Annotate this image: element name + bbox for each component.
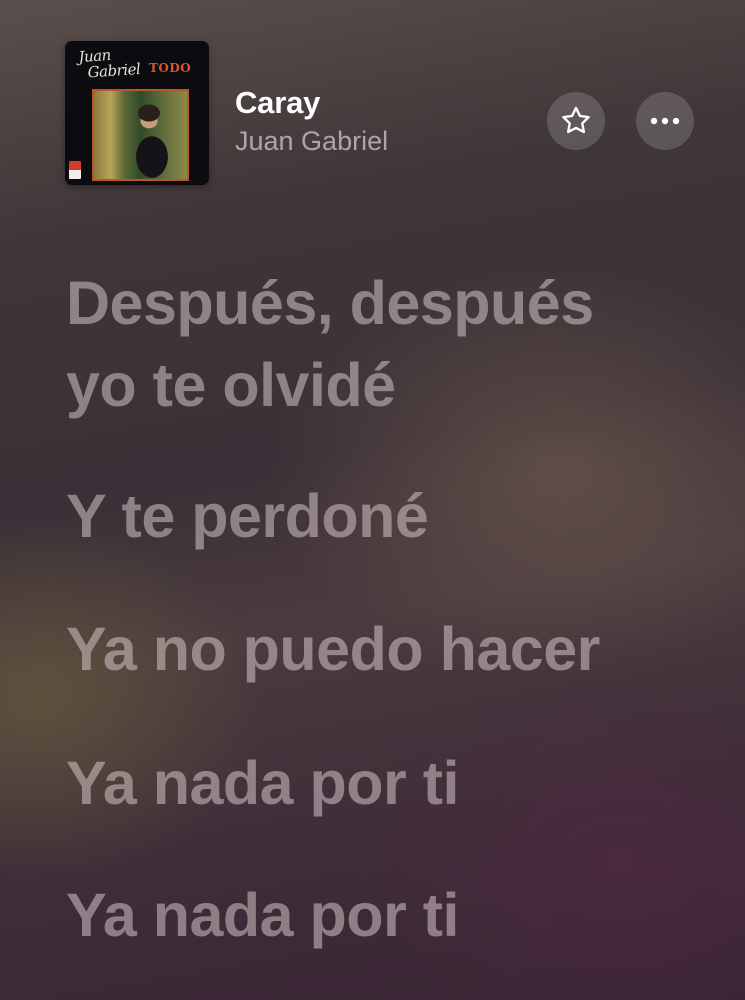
album-artwork[interactable]: Juan Gabriel TODO: [65, 41, 209, 185]
lyric-line[interactable]: Ya nada por ti: [66, 874, 726, 956]
record-label-logo: [69, 161, 81, 179]
lyric-line[interactable]: Y te perdoné: [66, 475, 726, 557]
album-artwork-title: TODO: [149, 61, 192, 75]
lyric-line[interactable]: Después, después: [66, 262, 726, 344]
ellipsis-icon: [649, 117, 681, 125]
song-artist[interactable]: Juan Gabriel: [235, 124, 388, 158]
lyric-line[interactable]: Ya no puedo hacer: [66, 608, 726, 690]
lyric-line[interactable]: Ya nada por ti: [66, 742, 726, 824]
star-icon: [559, 104, 593, 138]
album-artwork-artist-script: Juan Gabriel: [77, 45, 141, 82]
lyric-line[interactable]: yo te olvidé: [66, 344, 726, 426]
song-title[interactable]: Caray: [235, 85, 320, 121]
favorite-button[interactable]: [547, 92, 605, 150]
more-options-button[interactable]: [636, 92, 694, 150]
album-artwork-photo: [92, 89, 189, 181]
now-playing-header: Juan Gabriel TODO Caray Juan Gabriel: [0, 0, 745, 200]
